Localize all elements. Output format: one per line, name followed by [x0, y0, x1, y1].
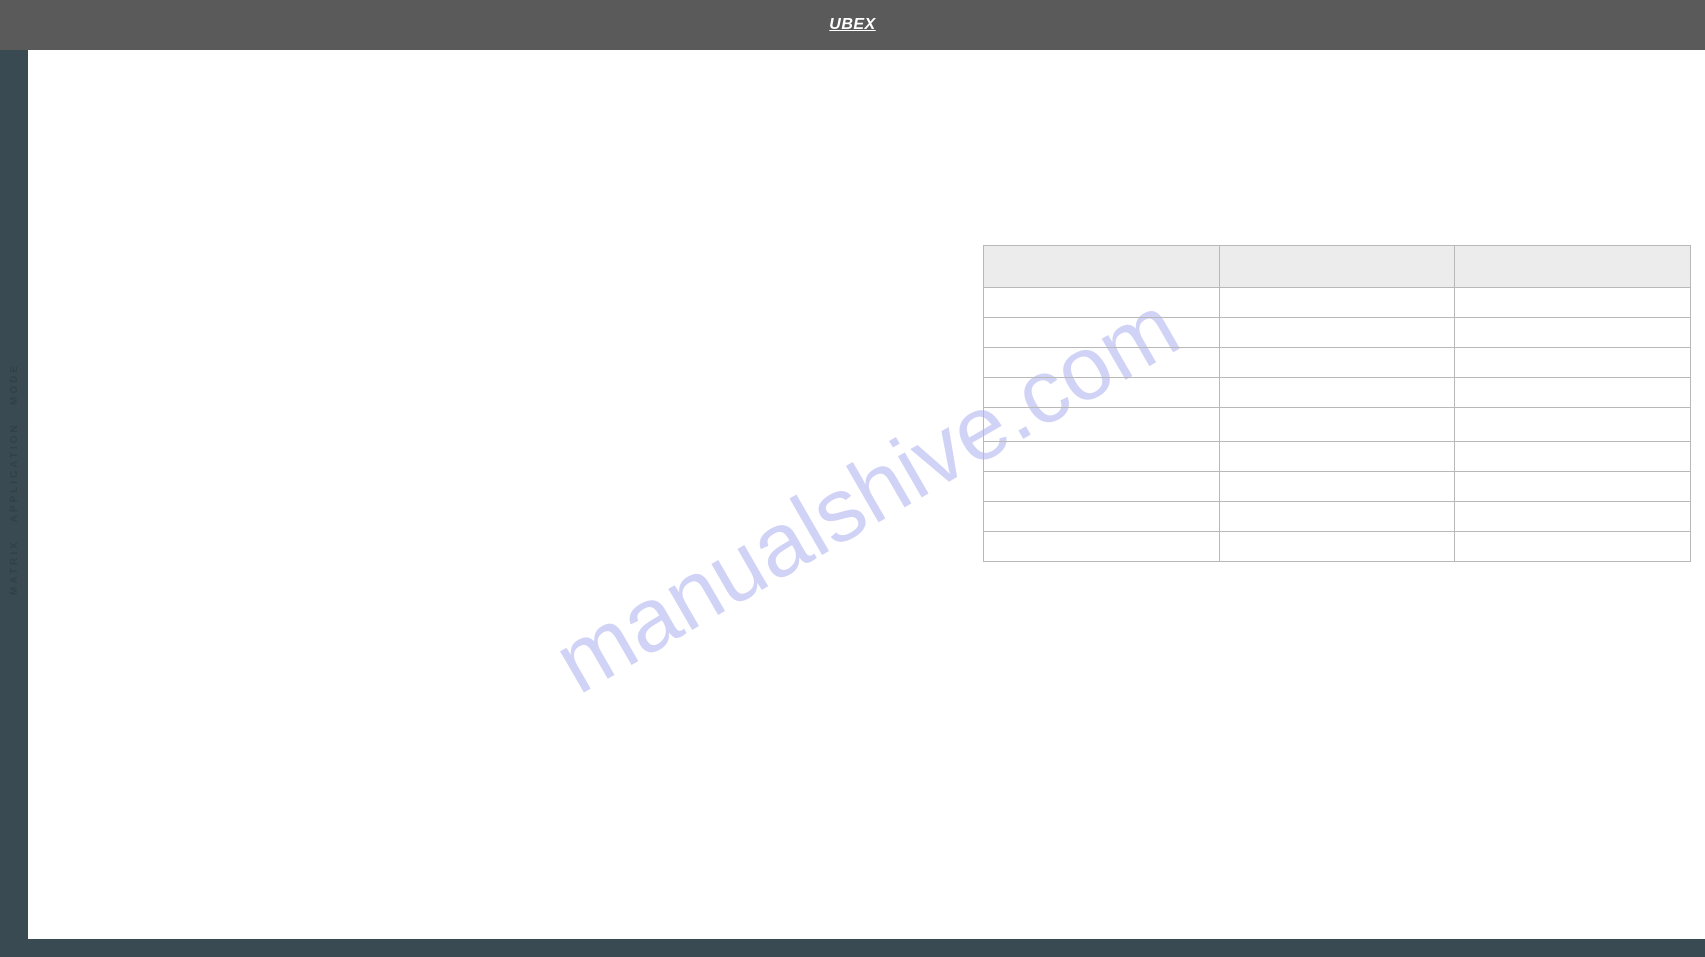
table-cell [984, 502, 1220, 532]
data-table [983, 245, 1691, 562]
table-cell [1219, 348, 1455, 378]
table-row [984, 532, 1691, 562]
brand-logo: UBEX [829, 16, 875, 34]
table-row [984, 442, 1691, 472]
table-cell [1219, 408, 1455, 442]
table-row [984, 502, 1691, 532]
table-header-row [984, 246, 1691, 288]
table-cell [1219, 442, 1455, 472]
table-row [984, 348, 1691, 378]
table-row [984, 408, 1691, 442]
table-cell [1219, 532, 1455, 562]
table-cell [1455, 472, 1691, 502]
table-cell [984, 532, 1220, 562]
side-vertical-label-text: MATRIX APPLICATION MODE [9, 363, 20, 595]
table-cell [1219, 318, 1455, 348]
table-cell [1219, 472, 1455, 502]
table-row [984, 378, 1691, 408]
table-cell [984, 442, 1220, 472]
table-header-cell [1455, 246, 1691, 288]
table-cell [1455, 442, 1691, 472]
table-cell [984, 378, 1220, 408]
viewport: UBEX MATRIX APPLICATION MODE manualshive… [0, 0, 1705, 957]
table-cell [1455, 318, 1691, 348]
table-cell [1219, 288, 1455, 318]
top-bar: UBEX [0, 0, 1705, 50]
table-cell [984, 318, 1220, 348]
table-cell [1455, 408, 1691, 442]
table-cell [984, 408, 1220, 442]
table-header-cell [984, 246, 1220, 288]
table-row [984, 472, 1691, 502]
table-cell [1455, 348, 1691, 378]
side-vertical-label: MATRIX APPLICATION MODE [0, 0, 28, 957]
table-cell [1455, 378, 1691, 408]
table-cell [1455, 288, 1691, 318]
table-cell [1219, 378, 1455, 408]
table-cell [1219, 502, 1455, 532]
table-header-cell [1219, 246, 1455, 288]
table-cell [1455, 532, 1691, 562]
table-cell [1455, 502, 1691, 532]
table-cell [984, 472, 1220, 502]
table-row [984, 318, 1691, 348]
table-row [984, 288, 1691, 318]
table-cell [984, 288, 1220, 318]
document-page: manualshive.com [28, 50, 1705, 939]
table-cell [984, 348, 1220, 378]
